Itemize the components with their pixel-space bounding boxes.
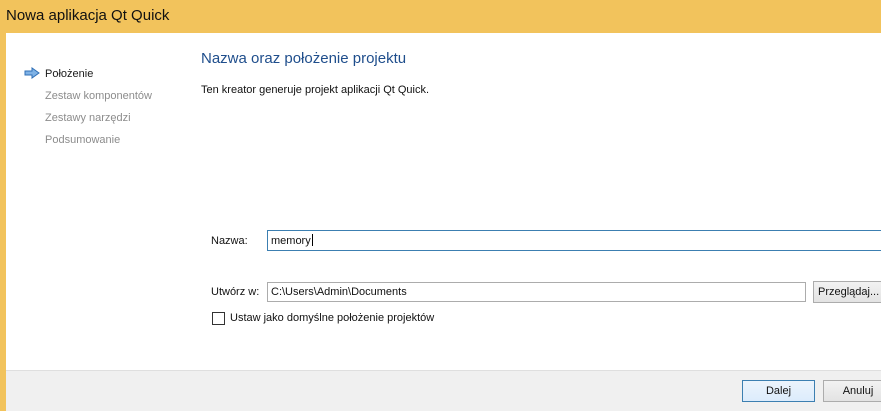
name-label: Nazwa:	[211, 235, 248, 247]
default-location-checkbox-label[interactable]: Ustaw jako domyślne położenie projektów	[230, 312, 434, 324]
page-title: Nazwa oraz położenie projektu	[201, 50, 407, 67]
sidebar-item-component-set: Zestaw komponentów	[45, 90, 152, 102]
create-in-input[interactable]: C:\Users\Admin\Documents	[267, 282, 806, 302]
name-input[interactable]: memory	[267, 230, 881, 251]
next-button[interactable]: Dalej	[742, 380, 815, 402]
window-title: Nowa aplikacja Qt Quick	[6, 7, 170, 24]
cancel-button[interactable]: Anuluj	[823, 380, 881, 402]
default-location-checkbox[interactable]	[212, 312, 225, 325]
name-input-value: memory	[271, 235, 311, 247]
text-caret	[311, 234, 313, 246]
arrow-right-icon	[24, 67, 40, 79]
create-in-input-value: C:\Users\Admin\Documents	[271, 286, 407, 298]
sidebar-item-summary: Podsumowanie	[45, 134, 121, 146]
browse-button[interactable]: Przeglądaj...	[813, 281, 881, 303]
sidebar-item-location: Położenie	[45, 68, 94, 80]
page-description: Ten kreator generuje projekt aplikacji Q…	[201, 84, 430, 96]
sidebar-item-kits: Zestawy narzędzi	[45, 112, 131, 124]
title-bar[interactable]: Nowa aplikacja Qt Quick	[0, 0, 881, 33]
create-in-label: Utwórz w:	[211, 286, 260, 298]
